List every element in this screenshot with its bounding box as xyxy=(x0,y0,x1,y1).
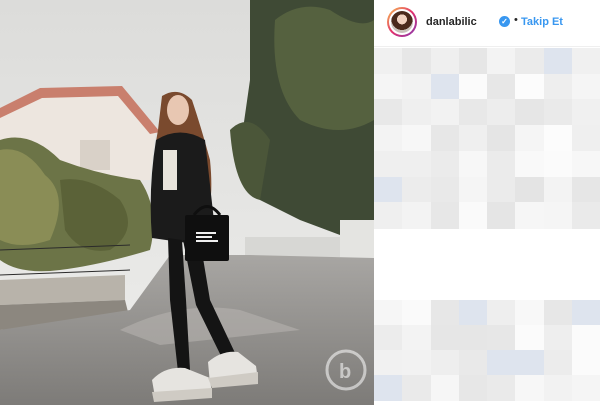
blur-cell xyxy=(515,176,545,204)
blur-cell xyxy=(402,325,432,351)
blur-cell xyxy=(571,202,600,229)
blur-cell xyxy=(543,176,573,204)
blur-cell xyxy=(430,325,460,351)
blur-cell xyxy=(458,125,488,152)
blur-cell xyxy=(430,300,460,326)
blur-cell xyxy=(515,125,545,152)
blur-cell xyxy=(515,350,545,376)
blurred-caption xyxy=(374,48,600,229)
blur-cell xyxy=(402,176,432,204)
blur-cell xyxy=(543,73,573,101)
blur-cell xyxy=(515,48,545,75)
blur-cell xyxy=(487,202,517,229)
blur-cell xyxy=(543,300,573,326)
verified-badge-icon: ✓ xyxy=(499,16,510,27)
blur-cell xyxy=(374,325,404,351)
blur-cell xyxy=(402,99,432,127)
blur-cell xyxy=(430,375,460,401)
avatar[interactable] xyxy=(387,7,417,37)
blur-cell xyxy=(571,99,600,127)
blur-cell xyxy=(458,48,488,75)
blur-cell xyxy=(543,125,573,152)
username-link[interactable]: danlabilic xyxy=(426,16,477,28)
blur-cell xyxy=(515,99,545,127)
blur-cell xyxy=(487,125,517,152)
blur-cell xyxy=(402,73,432,101)
blur-cell xyxy=(487,325,517,351)
blur-cell xyxy=(571,300,600,326)
blur-cell xyxy=(430,125,460,152)
separator-dot: • xyxy=(514,14,518,26)
blur-cell xyxy=(430,202,460,229)
post-sidebar: danlabilic ✓ • Takip Et xyxy=(374,0,600,405)
blur-cell xyxy=(430,150,460,178)
blur-cell xyxy=(515,202,545,229)
blur-cell xyxy=(374,375,404,401)
blur-cell xyxy=(458,99,488,127)
blur-cell xyxy=(487,375,517,401)
blur-cell xyxy=(430,176,460,204)
blur-cell xyxy=(458,325,488,351)
blur-cell xyxy=(543,350,573,376)
blur-cell xyxy=(571,125,600,152)
svg-text:b: b xyxy=(339,361,351,383)
blur-cell xyxy=(571,150,600,178)
blur-cell xyxy=(487,300,517,326)
blur-cell xyxy=(571,176,600,204)
blur-cell xyxy=(515,375,545,401)
blur-cell xyxy=(543,325,573,351)
blur-cell xyxy=(430,99,460,127)
blur-cell xyxy=(571,325,600,351)
blur-cell xyxy=(571,350,600,376)
blur-cell xyxy=(402,300,432,326)
blur-cell xyxy=(374,125,404,152)
blur-cell xyxy=(571,375,600,401)
blur-cell xyxy=(458,150,488,178)
post-photo[interactable]: b xyxy=(0,0,374,405)
blur-cell xyxy=(515,73,545,101)
blur-cell xyxy=(458,202,488,229)
blur-cell xyxy=(487,48,517,75)
blur-cell xyxy=(487,176,517,204)
blur-cell xyxy=(487,99,517,127)
blur-cell xyxy=(402,48,432,75)
blur-cell xyxy=(430,350,460,376)
blurred-comments xyxy=(374,300,600,401)
blur-cell xyxy=(402,350,432,376)
blur-cell xyxy=(458,176,488,204)
blur-cell xyxy=(515,300,545,326)
blur-cell xyxy=(487,73,517,101)
blur-cell xyxy=(543,375,573,401)
blur-cell xyxy=(374,202,404,229)
blur-cell xyxy=(374,150,404,178)
blur-cell xyxy=(430,48,460,75)
blur-cell xyxy=(458,375,488,401)
blur-cell xyxy=(402,150,432,178)
blur-cell xyxy=(458,73,488,101)
blur-cell xyxy=(487,150,517,178)
blur-cell xyxy=(402,125,432,152)
blur-cell xyxy=(571,48,600,75)
blur-cell xyxy=(374,48,404,75)
blur-cell xyxy=(458,300,488,326)
blur-cell xyxy=(374,350,404,376)
follow-button[interactable]: Takip Et xyxy=(521,16,563,28)
blur-cell xyxy=(374,300,404,326)
blur-cell xyxy=(487,350,517,376)
blur-cell xyxy=(374,176,404,204)
blur-cell xyxy=(543,99,573,127)
blur-cell xyxy=(515,150,545,178)
blur-cell xyxy=(543,48,573,75)
blur-cell xyxy=(543,202,573,229)
blur-cell xyxy=(374,99,404,127)
blur-cell xyxy=(515,325,545,351)
blur-cell xyxy=(543,150,573,178)
blur-cell xyxy=(430,73,460,101)
blur-cell xyxy=(374,73,404,101)
blur-cell xyxy=(402,202,432,229)
blur-cell xyxy=(571,73,600,101)
post-header: danlabilic ✓ • Takip Et xyxy=(374,0,600,47)
blur-cell xyxy=(402,375,432,401)
blur-cell xyxy=(458,350,488,376)
